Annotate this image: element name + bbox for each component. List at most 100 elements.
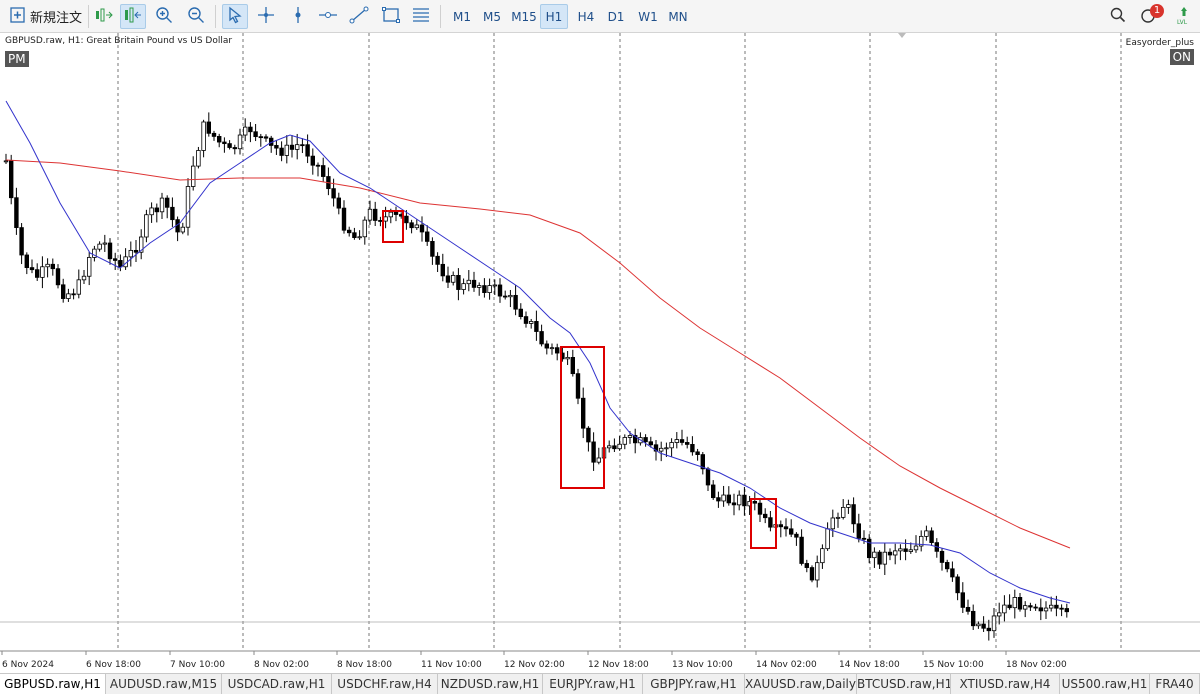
- candle-body: [435, 255, 440, 265]
- auto-scroll-button[interactable]: [120, 4, 146, 29]
- crosshair-button[interactable]: [254, 4, 278, 29]
- expert-status-badge[interactable]: ON: [1169, 49, 1194, 65]
- timeframe-m1-button[interactable]: M1: [448, 4, 476, 29]
- candle-body: [913, 545, 919, 551]
- candle-body: [61, 284, 66, 299]
- candle-body: [315, 164, 321, 167]
- candle-body: [456, 275, 461, 290]
- candle-body: [705, 468, 711, 486]
- chart-shift-button[interactable]: [92, 4, 116, 29]
- candle-body: [841, 506, 846, 518]
- candle-body: [409, 222, 414, 229]
- candle-body: [716, 497, 721, 502]
- chart-tab[interactable]: USDCAD.raw,H1: [222, 674, 332, 694]
- level-button[interactable]: LVL: [1172, 4, 1196, 29]
- candle-body: [222, 141, 227, 145]
- new-order-icon: [10, 6, 26, 27]
- candle-body: [414, 224, 419, 229]
- candle-body: [113, 258, 118, 261]
- candle-body: [274, 145, 279, 149]
- candle-body: [8, 160, 14, 199]
- candle-body: [279, 147, 284, 156]
- time-axis-label: 12 Nov 18:00: [588, 660, 649, 670]
- candle-body: [372, 208, 378, 221]
- candle-body: [1028, 605, 1033, 608]
- chart-tab[interactable]: XAUUSD.raw,Daily: [745, 674, 857, 694]
- candle-body: [76, 279, 81, 295]
- chart-tab[interactable]: NZDUSD.raw,H1: [438, 674, 543, 694]
- candle-body: [664, 447, 669, 450]
- candle-body: [804, 563, 809, 568]
- chart-title: GBPUSD.raw, H1: Great Britain Pound vs U…: [5, 36, 233, 46]
- candle-body: [939, 550, 945, 563]
- chart-tab[interactable]: GBPUSD.raw,H1: [0, 674, 106, 694]
- candle-body: [206, 121, 211, 134]
- chart-tabs: GBPUSD.raw,H1 AUDUSD.raw,M15 USDCAD.raw,H1…: [0, 673, 1200, 694]
- timeframe-m5-button[interactable]: M5: [478, 4, 506, 29]
- candle-body: [851, 504, 856, 525]
- zoom-out-button[interactable]: [184, 4, 208, 29]
- candle-body: [190, 165, 196, 187]
- chart-tab[interactable]: USDCHF.raw,H4: [332, 674, 438, 694]
- timeframe-h1-button[interactable]: H1: [540, 4, 568, 29]
- time-axis-label: 14 Nov 18:00: [839, 660, 900, 670]
- candle-body: [154, 207, 159, 213]
- chart-tab[interactable]: GBPJPY.raw,H1: [643, 674, 745, 694]
- candle-body: [622, 437, 627, 445]
- candle-body: [960, 592, 965, 608]
- candle-body: [393, 211, 399, 215]
- horizontal-line-icon: [318, 6, 338, 28]
- chart-tab[interactable]: US500.raw,H1: [1060, 674, 1150, 694]
- candle-body: [674, 439, 679, 443]
- vertical-line-button[interactable]: [286, 4, 310, 29]
- candle-body: [102, 242, 107, 245]
- timeframe-m15-button[interactable]: M15: [508, 4, 540, 29]
- chart-tab[interactable]: EURJPY.raw,H1: [543, 674, 643, 694]
- candle-body: [591, 441, 596, 463]
- candle-body: [471, 279, 477, 288]
- candle-body: [450, 275, 456, 283]
- candle-body: [581, 397, 586, 429]
- search-button[interactable]: [1106, 4, 1130, 29]
- timeframe-w1-button[interactable]: W1: [634, 4, 662, 29]
- candle-body: [945, 562, 950, 570]
- candle-body: [55, 268, 61, 286]
- chart-tab[interactable]: AUDUSD.raw,M15: [106, 674, 222, 694]
- candle-body: [908, 549, 913, 552]
- trend-line-button[interactable]: [346, 4, 372, 29]
- candle-body: [617, 443, 622, 450]
- candle-body: [445, 275, 451, 283]
- pm-badge[interactable]: PM: [5, 51, 29, 67]
- new-order-label: 新規注文: [30, 11, 83, 26]
- time-axis-label: 13 Nov 10:00: [672, 660, 733, 670]
- chart-tab[interactable]: FRA40: [1150, 674, 1200, 694]
- horizontal-line-button[interactable]: [316, 4, 340, 29]
- new-order-button[interactable]: 新規注文: [10, 4, 88, 29]
- candle-body: [679, 439, 685, 443]
- candle-body: [612, 445, 617, 450]
- timeframe-h4-button[interactable]: H4: [572, 4, 600, 29]
- chart-tab[interactable]: BTCUSD.raw,H1: [857, 674, 951, 694]
- chart-tab[interactable]: XTIUSD.raw,H4: [951, 674, 1060, 694]
- cursor-button[interactable]: [222, 4, 248, 29]
- timeframe-mn-button[interactable]: MN: [664, 4, 692, 29]
- candle-body: [627, 435, 633, 438]
- candle-body: [711, 484, 716, 499]
- candle-body: [258, 136, 263, 139]
- expert-advisor-name: Easyorder_plus: [1125, 38, 1194, 48]
- fast-moving-average-line: [5, 100, 1071, 604]
- chart-area[interactable]: 6 Nov 2024 6 Nov 18:00 7 Nov 10:00 8 Nov 02…: [0, 33, 1200, 673]
- candle-body: [352, 232, 357, 238]
- candle-body: [534, 321, 539, 332]
- shapes-button[interactable]: [378, 4, 404, 29]
- toolbar: 新規注文 1 LVL M1 M5 M15 H1 H4 D1 W1 MN: [0, 0, 1200, 33]
- candle-body: [419, 224, 425, 233]
- candle-body: [263, 136, 269, 139]
- candle-body: [690, 444, 695, 453]
- fibonacci-button[interactable]: [408, 4, 434, 29]
- timeframe-d1-button[interactable]: D1: [602, 4, 630, 29]
- price-chart[interactable]: 6 Nov 2024 6 Nov 18:00 7 Nov 10:00 8 Nov 02…: [0, 33, 1200, 673]
- candle-body: [180, 226, 185, 233]
- zoom-in-button[interactable]: [152, 4, 176, 29]
- candle-body: [508, 294, 513, 298]
